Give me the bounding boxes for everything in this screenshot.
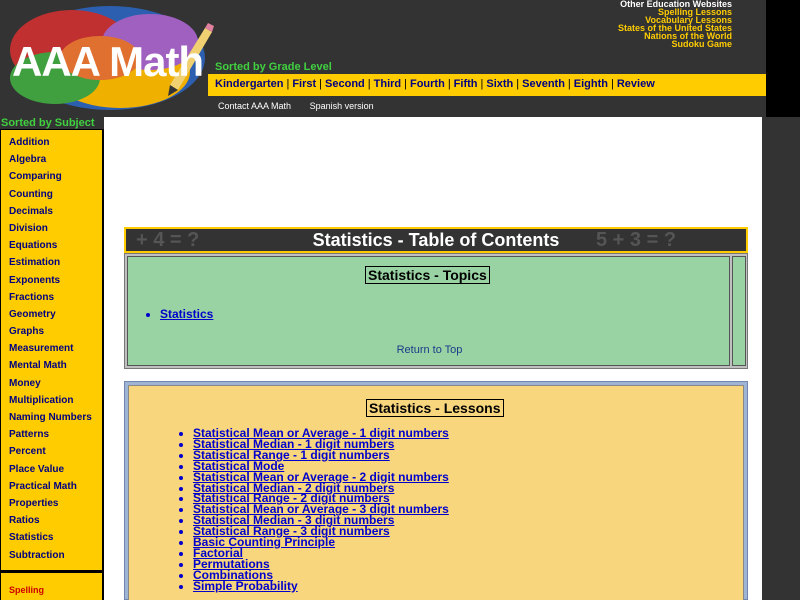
sidebar-item-geometry[interactable]: Geometry bbox=[1, 308, 102, 325]
sidebar-item-counting[interactable]: Counting bbox=[1, 188, 102, 205]
sidebar-item-addition[interactable]: Addition bbox=[1, 136, 102, 153]
grade-link-fifth[interactable]: Fifth bbox=[454, 78, 478, 90]
sidebar-item-statistics[interactable]: Statistics bbox=[1, 531, 102, 548]
topics-heading: Statistics - Topics bbox=[365, 266, 490, 284]
page-right-bar bbox=[762, 117, 800, 600]
page-title: Statistics - Table of Contents bbox=[312, 230, 560, 250]
subject-sidebar: Addition Algebra Comparing Counting Deci… bbox=[0, 129, 104, 600]
topics-section: Statistics - Topics Statistics Return to… bbox=[124, 253, 748, 369]
sorted-by-grade-label: Sorted by Grade Level bbox=[215, 61, 332, 73]
header-right-strip bbox=[766, 0, 800, 117]
sidebar-item-percent[interactable]: Percent bbox=[1, 445, 102, 462]
grade-link-third[interactable]: Third bbox=[374, 78, 402, 90]
sidebar-item-graphs[interactable]: Graphs bbox=[1, 325, 102, 342]
sidebar-item-algebra[interactable]: Algebra bbox=[1, 153, 102, 170]
lessons-section: Statistics - Lessons Statistical Mean or… bbox=[124, 381, 748, 600]
grade-link-eighth[interactable]: Eighth bbox=[574, 78, 608, 90]
lessons-heading: Statistics - Lessons bbox=[366, 399, 504, 417]
sidebar-item-division[interactable]: Division bbox=[1, 222, 102, 239]
topics-list: Statistics bbox=[148, 307, 213, 321]
watermark-icon: + 4 = ? bbox=[136, 229, 200, 251]
sidebar-item-money[interactable]: Money bbox=[1, 377, 102, 394]
secondary-links: Contact AAA Math Spanish version bbox=[218, 101, 374, 111]
return-to-top-link[interactable]: Return to Top bbox=[128, 344, 731, 356]
watermark-icon: 5 + 3 = ? bbox=[596, 229, 677, 251]
toc-title-bar: + 4 = ? 5 + 3 = ? Statistics - Table of … bbox=[124, 227, 748, 253]
contact-link[interactable]: Contact AAA Math bbox=[218, 101, 291, 111]
topic-link-statistics[interactable]: Statistics bbox=[160, 307, 213, 321]
sidebar-item-naming-numbers[interactable]: Naming Numbers bbox=[1, 411, 102, 428]
sidebar-item-ratios[interactable]: Ratios bbox=[1, 514, 102, 531]
grade-link-fourth[interactable]: Fourth bbox=[410, 78, 445, 90]
sidebar-item-comparing[interactable]: Comparing bbox=[1, 170, 102, 187]
sidebar-item-equations[interactable]: Equations bbox=[1, 239, 102, 256]
grade-link-seventh[interactable]: Seventh bbox=[522, 78, 565, 90]
sidebar-item-estimation[interactable]: Estimation bbox=[1, 256, 102, 273]
sidebar-item-properties[interactable]: Properties bbox=[1, 497, 102, 514]
sidebar-item-decimals[interactable]: Decimals bbox=[1, 205, 102, 222]
sidebar-item-mental-math[interactable]: Mental Math bbox=[1, 359, 102, 376]
grade-link-second[interactable]: Second bbox=[325, 78, 365, 90]
lessons-list: Statistical Mean or Average - 1 digit nu… bbox=[193, 427, 449, 593]
sidebar-item-place-value[interactable]: Place Value bbox=[1, 463, 102, 480]
sidebar-item-spelling[interactable]: Spelling bbox=[9, 585, 44, 595]
topics-side-panel bbox=[732, 256, 746, 366]
other-site-link[interactable]: Sudoku Game bbox=[618, 40, 732, 49]
grade-link-first[interactable]: First bbox=[292, 78, 316, 90]
grade-level-nav: Kindergarten | First | Second | Third | Fourth | F… bbox=[208, 74, 766, 96]
site-header: AAA Math Sorted by Grade Level Kindergar… bbox=[0, 0, 766, 117]
grade-link-kindergarten[interactable]: Kindergarten bbox=[215, 78, 283, 90]
sorted-by-subject-label: Sorted by Subject bbox=[0, 117, 104, 129]
list-item: Statistics bbox=[160, 307, 213, 321]
lesson-link[interactable]: Simple Probability bbox=[193, 579, 298, 593]
sidebar-item-fractions[interactable]: Fractions bbox=[1, 291, 102, 308]
list-item: Simple Probability bbox=[193, 579, 449, 593]
grade-link-sixth[interactable]: Sixth bbox=[486, 78, 513, 90]
aaa-math-logo[interactable]: AAA Math bbox=[0, 0, 215, 117]
sidebar-item-measurement[interactable]: Measurement bbox=[1, 342, 102, 359]
sidebar-item-multiplication[interactable]: Multiplication bbox=[1, 394, 102, 411]
grade-link-review[interactable]: Review bbox=[617, 78, 655, 90]
sidebar-item-subtraction[interactable]: Subtraction bbox=[1, 549, 102, 566]
logo-text: AAA Math bbox=[12, 38, 204, 85]
sidebar-item-exponents[interactable]: Exponents bbox=[1, 274, 102, 291]
other-sites-list: Other Education Websites Spelling Lesson… bbox=[618, 0, 732, 49]
sidebar-item-patterns[interactable]: Patterns bbox=[1, 428, 102, 445]
spanish-version-link[interactable]: Spanish version bbox=[310, 101, 374, 111]
sidebar-item-practical-math[interactable]: Practical Math bbox=[1, 480, 102, 497]
